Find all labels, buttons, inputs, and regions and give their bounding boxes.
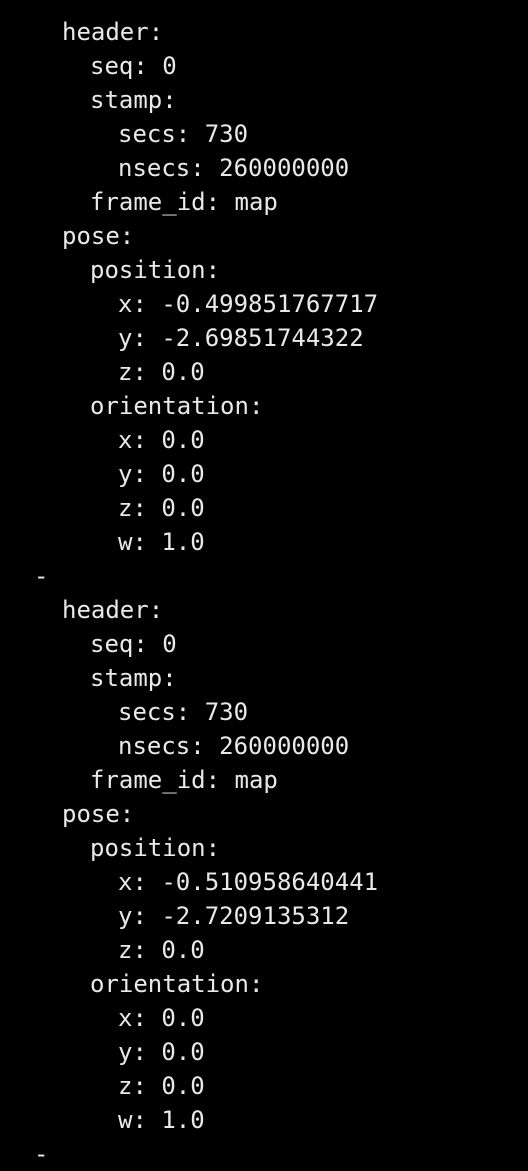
orientation-x-field: x: 0.0 xyxy=(118,426,205,454)
pose-key: pose: xyxy=(62,800,135,828)
frame-id-field: frame_id: map xyxy=(90,766,278,794)
secs-field: secs: 730 xyxy=(118,120,249,148)
seq-field: seq: 0 xyxy=(90,630,177,658)
header-key: header: xyxy=(62,596,164,624)
secs-field: secs: 730 xyxy=(118,698,249,726)
stamp-key: stamp: xyxy=(90,86,177,114)
orientation-z-field: z: 0.0 xyxy=(118,494,205,522)
position-x-field: x: -0.510958640441 xyxy=(118,868,379,896)
orientation-key: orientation: xyxy=(90,392,264,420)
frame-id-field: frame_id: map xyxy=(90,188,278,216)
orientation-w-field: w: 1.0 xyxy=(118,1106,205,1134)
pose-key: pose: xyxy=(62,222,135,250)
seq-field: seq: 0 xyxy=(90,52,177,80)
position-key: position: xyxy=(90,256,221,284)
nsecs-field: nsecs: 260000000 xyxy=(118,732,350,760)
orientation-y-field: y: 0.0 xyxy=(118,1038,205,1066)
position-z-field: z: 0.0 xyxy=(118,936,205,964)
list-separator: - xyxy=(34,1140,49,1168)
position-y-field: y: -2.69851744322 xyxy=(118,324,364,352)
terminal-output[interactable]: header: seq: 0 stamp: secs: 730 nsecs: 2… xyxy=(0,0,528,1168)
position-y-field: y: -2.7209135312 xyxy=(118,902,350,930)
position-x-field: x: -0.499851767717 xyxy=(118,290,379,318)
orientation-x-field: x: 0.0 xyxy=(118,1004,205,1032)
list-separator: - xyxy=(34,562,49,590)
orientation-key: orientation: xyxy=(90,970,264,998)
position-key: position: xyxy=(90,834,221,862)
stamp-key: stamp: xyxy=(90,664,177,692)
header-key: header: xyxy=(62,18,164,46)
orientation-z-field: z: 0.0 xyxy=(118,1072,205,1100)
position-z-field: z: 0.0 xyxy=(118,358,205,386)
orientation-y-field: y: 0.0 xyxy=(118,460,205,488)
nsecs-field: nsecs: 260000000 xyxy=(118,154,350,182)
orientation-w-field: w: 1.0 xyxy=(118,528,205,556)
